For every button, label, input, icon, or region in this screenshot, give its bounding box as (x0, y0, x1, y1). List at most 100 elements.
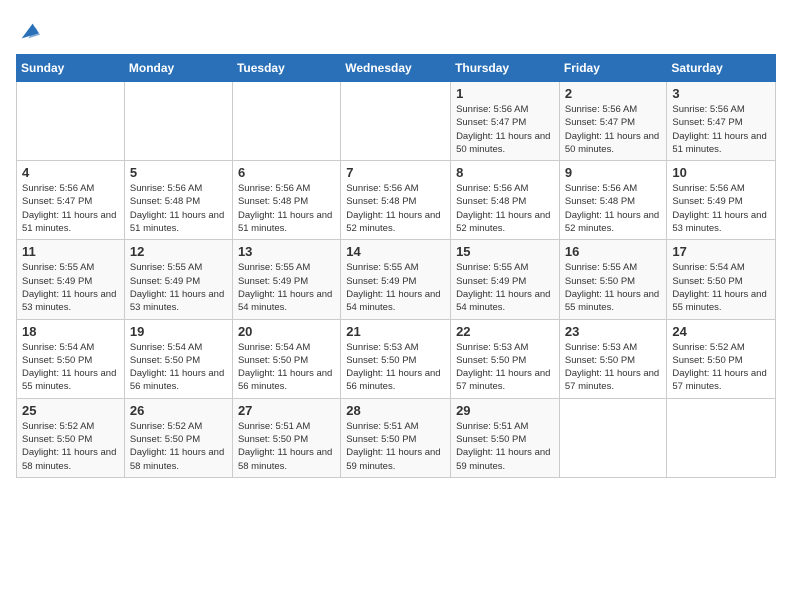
day-number: 12 (130, 244, 227, 259)
calendar-cell (559, 398, 667, 477)
calendar-cell: 9 Sunrise: 5:56 AMSunset: 5:48 PMDaylight… (559, 161, 667, 240)
calendar-cell: 27 Sunrise: 5:51 AMSunset: 5:50 PMDayligh… (232, 398, 340, 477)
calendar-cell: 15 Sunrise: 5:55 AMSunset: 5:49 PMDayligh… (451, 240, 560, 319)
day-number: 3 (672, 86, 770, 101)
day-number: 2 (565, 86, 662, 101)
calendar-cell: 3 Sunrise: 5:56 AMSunset: 5:47 PMDaylight… (667, 82, 776, 161)
calendar-cell: 24 Sunrise: 5:52 AMSunset: 5:50 PMDayligh… (667, 319, 776, 398)
calendar-header-friday: Friday (559, 55, 667, 82)
day-number: 19 (130, 324, 227, 339)
day-number: 24 (672, 324, 770, 339)
day-info: Sunrise: 5:55 AMSunset: 5:49 PMDaylight:… (22, 262, 116, 313)
calendar-cell: 18Sunrise: 5:54 AMSunset: 5:50 PMDayligh… (17, 319, 125, 398)
calendar-cell: 8 Sunrise: 5:56 AMSunset: 5:48 PMDaylight… (451, 161, 560, 240)
calendar-header-sunday: Sunday (17, 55, 125, 82)
day-info: Sunrise: 5:56 AMSunset: 5:48 PMDaylight:… (456, 183, 550, 234)
calendar-cell: 22 Sunrise: 5:53 AMSunset: 5:50 PMDayligh… (451, 319, 560, 398)
day-number: 5 (130, 165, 227, 180)
day-number: 25 (22, 403, 119, 418)
calendar-cell: 26 Sunrise: 5:52 AMSunset: 5:50 PMDayligh… (124, 398, 232, 477)
day-info: Sunrise: 5:52 AMSunset: 5:50 PMDaylight:… (130, 421, 224, 472)
calendar-week-3: 11 Sunrise: 5:55 AMSunset: 5:49 PMDayligh… (17, 240, 776, 319)
calendar-cell: 6 Sunrise: 5:56 AMSunset: 5:48 PMDaylight… (232, 161, 340, 240)
day-number: 11 (22, 244, 119, 259)
day-info: Sunrise: 5:56 AMSunset: 5:47 PMDaylight:… (456, 104, 550, 155)
calendar-cell (667, 398, 776, 477)
calendar-cell (124, 82, 232, 161)
calendar-week-2: 4 Sunrise: 5:56 AMSunset: 5:47 PMDaylight… (17, 161, 776, 240)
day-number: 27 (238, 403, 335, 418)
day-number: 7 (346, 165, 445, 180)
calendar-cell: 13Sunrise: 5:55 AMSunset: 5:49 PMDayligh… (232, 240, 340, 319)
calendar-cell: 4 Sunrise: 5:56 AMSunset: 5:47 PMDaylight… (17, 161, 125, 240)
day-info: Sunrise: 5:52 AMSunset: 5:50 PMDaylight:… (672, 342, 766, 393)
day-number: 29 (456, 403, 554, 418)
day-number: 14 (346, 244, 445, 259)
day-number: 26 (130, 403, 227, 418)
day-number: 1 (456, 86, 554, 101)
calendar-cell (341, 82, 451, 161)
calendar-cell: 10Sunrise: 5:56 AMSunset: 5:49 PMDayligh… (667, 161, 776, 240)
day-number: 22 (456, 324, 554, 339)
day-info: Sunrise: 5:56 AMSunset: 5:48 PMDaylight:… (130, 183, 224, 234)
calendar-header-saturday: Saturday (667, 55, 776, 82)
day-info: Sunrise: 5:53 AMSunset: 5:50 PMDaylight:… (565, 342, 659, 393)
calendar-cell: 28 Sunrise: 5:51 AMSunset: 5:50 PMDayligh… (341, 398, 451, 477)
day-info: Sunrise: 5:56 AMSunset: 5:47 PMDaylight:… (565, 104, 659, 155)
day-number: 8 (456, 165, 554, 180)
day-number: 4 (22, 165, 119, 180)
calendar-cell: 12Sunrise: 5:55 AMSunset: 5:49 PMDayligh… (124, 240, 232, 319)
calendar-cell (232, 82, 340, 161)
calendar-cell: 2 Sunrise: 5:56 AMSunset: 5:47 PMDaylight… (559, 82, 667, 161)
calendar-header-monday: Monday (124, 55, 232, 82)
day-info: Sunrise: 5:55 AMSunset: 5:49 PMDaylight:… (456, 262, 550, 313)
day-info: Sunrise: 5:52 AMSunset: 5:50 PMDaylight:… (22, 421, 116, 472)
logo (16, 20, 40, 42)
calendar-cell: 16Sunrise: 5:55 AMSunset: 5:50 PMDayligh… (559, 240, 667, 319)
day-info: Sunrise: 5:51 AMSunset: 5:50 PMDaylight:… (456, 421, 550, 472)
calendar-cell: 14 Sunrise: 5:55 AMSunset: 5:49 PMDayligh… (341, 240, 451, 319)
day-info: Sunrise: 5:53 AMSunset: 5:50 PMDaylight:… (346, 342, 440, 393)
calendar-cell: 17 Sunrise: 5:54 AMSunset: 5:50 PMDayligh… (667, 240, 776, 319)
header (16, 16, 776, 42)
calendar-cell: 20Sunrise: 5:54 AMSunset: 5:50 PMDayligh… (232, 319, 340, 398)
day-number: 9 (565, 165, 662, 180)
logo-icon (18, 20, 40, 42)
day-number: 15 (456, 244, 554, 259)
day-info: Sunrise: 5:54 AMSunset: 5:50 PMDaylight:… (130, 342, 224, 393)
day-info: Sunrise: 5:55 AMSunset: 5:49 PMDaylight:… (346, 262, 440, 313)
calendar-cell: 25 Sunrise: 5:52 AMSunset: 5:50 PMDayligh… (17, 398, 125, 477)
day-number: 10 (672, 165, 770, 180)
day-number: 20 (238, 324, 335, 339)
day-number: 16 (565, 244, 662, 259)
calendar-header-tuesday: Tuesday (232, 55, 340, 82)
day-info: Sunrise: 5:56 AMSunset: 5:47 PMDaylight:… (22, 183, 116, 234)
day-info: Sunrise: 5:51 AMSunset: 5:50 PMDaylight:… (238, 421, 332, 472)
calendar: SundayMondayTuesdayWednesdayThursdayFrid… (16, 54, 776, 478)
calendar-header-wednesday: Wednesday (341, 55, 451, 82)
day-info: Sunrise: 5:54 AMSunset: 5:50 PMDaylight:… (672, 262, 766, 313)
calendar-header-row: SundayMondayTuesdayWednesdayThursdayFrid… (17, 55, 776, 82)
calendar-cell: 23Sunrise: 5:53 AMSunset: 5:50 PMDayligh… (559, 319, 667, 398)
calendar-week-1: 1 Sunrise: 5:56 AMSunset: 5:47 PMDaylight… (17, 82, 776, 161)
calendar-cell: 21Sunrise: 5:53 AMSunset: 5:50 PMDayligh… (341, 319, 451, 398)
calendar-cell (17, 82, 125, 161)
day-info: Sunrise: 5:56 AMSunset: 5:47 PMDaylight:… (672, 104, 766, 155)
day-number: 18 (22, 324, 119, 339)
day-number: 13 (238, 244, 335, 259)
day-info: Sunrise: 5:56 AMSunset: 5:48 PMDaylight:… (238, 183, 332, 234)
calendar-cell: 5 Sunrise: 5:56 AMSunset: 5:48 PMDaylight… (124, 161, 232, 240)
day-info: Sunrise: 5:56 AMSunset: 5:48 PMDaylight:… (565, 183, 659, 234)
day-number: 28 (346, 403, 445, 418)
calendar-cell: 7Sunrise: 5:56 AMSunset: 5:48 PMDaylight… (341, 161, 451, 240)
day-info: Sunrise: 5:51 AMSunset: 5:50 PMDaylight:… (346, 421, 440, 472)
calendar-week-5: 25 Sunrise: 5:52 AMSunset: 5:50 PMDayligh… (17, 398, 776, 477)
day-info: Sunrise: 5:53 AMSunset: 5:50 PMDaylight:… (456, 342, 550, 393)
calendar-cell: 29 Sunrise: 5:51 AMSunset: 5:50 PMDayligh… (451, 398, 560, 477)
day-number: 6 (238, 165, 335, 180)
calendar-header-thursday: Thursday (451, 55, 560, 82)
calendar-week-4: 18 Sunrise: 5:54 AMSunset: 5:50 PMDayligh… (17, 319, 776, 398)
calendar-cell: 19 Sunrise: 5:54 AMSunset: 5:50 PMDayligh… (124, 319, 232, 398)
day-number: 17 (672, 244, 770, 259)
calendar-cell: 1 Sunrise: 5:56 AMSunset: 5:47 PMDaylight… (451, 82, 560, 161)
